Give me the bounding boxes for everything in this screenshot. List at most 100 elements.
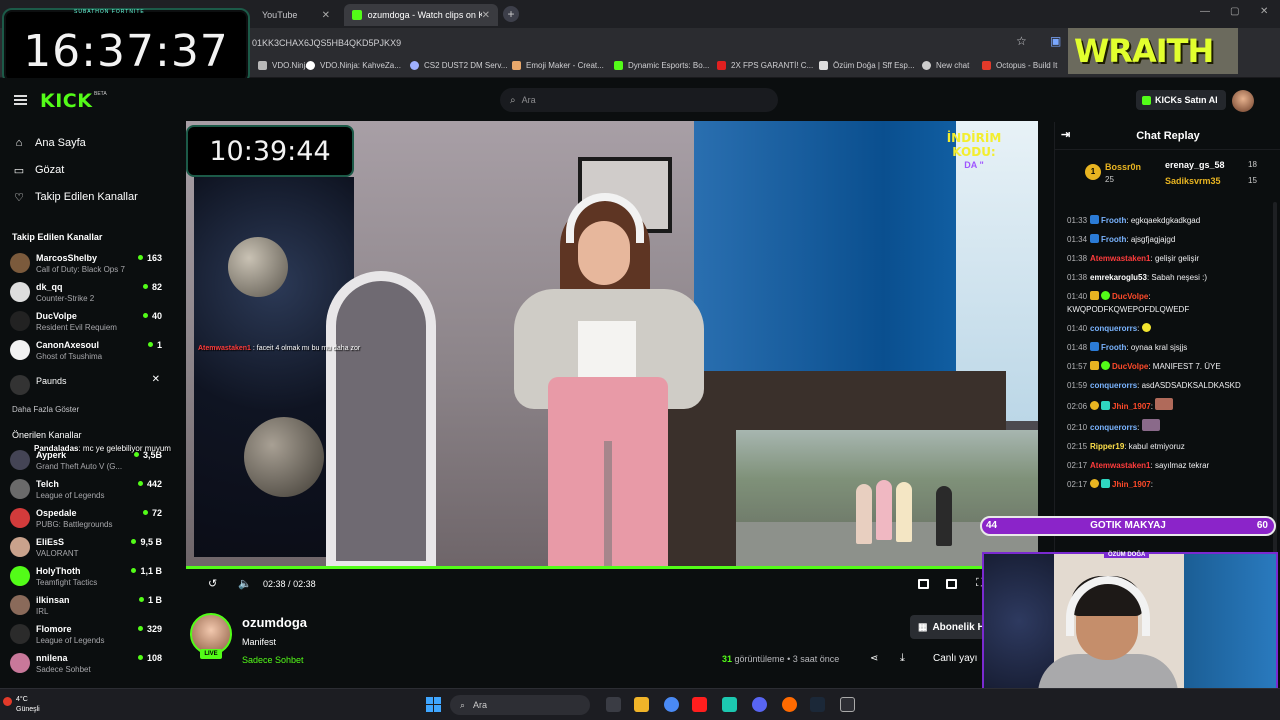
sidebar-channel[interactable]: ilkinsan IRL 1 B <box>10 592 162 618</box>
theater-mode-icon[interactable] <box>918 579 929 589</box>
app-icon[interactable] <box>782 697 797 712</box>
menu-icon[interactable] <box>14 95 27 105</box>
sidebar-channel[interactable]: nnilena Sadece Sohbet 108 <box>10 650 162 676</box>
live-badge: LIVE <box>200 649 222 659</box>
kick-header: KICK BETA ⌕ Ara KICKs Satın Al <box>0 78 1280 122</box>
weather-widget[interactable]: 4°C Güneşli <box>3 695 40 715</box>
obs-icon[interactable] <box>840 697 855 712</box>
tab-youtube[interactable]: YouTube ✕ <box>254 4 338 26</box>
steam-icon[interactable] <box>810 697 825 712</box>
bookmark-item[interactable]: VDO.Ninja: KahveZa... <box>306 61 401 70</box>
channel-name[interactable]: ozumdoga <box>242 615 307 630</box>
bookmark-star-icon[interactable]: ☆ <box>1016 34 1027 48</box>
user-avatar[interactable] <box>1232 90 1254 112</box>
gifter-name[interactable]: Sadiksvrm35 <box>1165 176 1221 186</box>
sidebar-channel[interactable]: Ospedale PUBG: Battlegrounds 72 <box>10 505 162 531</box>
sidebar-channel[interactable]: HolyThoth Teamfight Tactics 1,1 B <box>10 563 162 589</box>
chat-message: 01:40 DucVolpe: KWQPODFKQWEPOFDLQWEDF <box>1067 291 1190 314</box>
nav-following[interactable]: ♡ Takip Edilen Kanallar <box>12 188 138 206</box>
chat-message-list: 01:33 Frooth: egkqaekdgkadkgad 01:34 Froot… <box>1067 214 1272 497</box>
gifter-rank-badge: 1 <box>1085 164 1101 180</box>
chat-message: 02:15 Ripper19: kabul etmiyoruz <box>1067 442 1185 451</box>
share-icon[interactable]: ⋖ <box>870 653 878 664</box>
bookmark-item[interactable]: VDO.Ninja <box>258 61 310 70</box>
bookmark-item[interactable]: CS2 DUST2 DM Serv... <box>410 61 507 70</box>
gifter-count: 18 <box>1248 160 1257 169</box>
sidebar-channel[interactable]: EliEsS VALORANT 9,5 B <box>10 534 162 560</box>
close-window-icon[interactable]: ✕ <box>1260 6 1268 17</box>
chat-message: 01:57 DucVolpe: MANIFEST 7. ÜYE <box>1067 361 1221 371</box>
file-explorer-icon[interactable] <box>634 697 649 712</box>
extension-icon[interactable]: ▣ <box>1050 34 1061 48</box>
avatar <box>10 653 30 673</box>
gifter-name[interactable]: Bossr0n <box>1105 162 1141 172</box>
chat-message: 01:33 Frooth: egkqaekdgkadkgad <box>1067 215 1201 225</box>
subscribe-button[interactable]: ▦ Abonelik H <box>910 615 986 639</box>
minimize-icon[interactable]: — <box>1200 6 1210 17</box>
go-live-link[interactable]: Canlı yayı <box>933 653 977 664</box>
home-icon: ⌂ <box>15 137 23 149</box>
chat-message: 02:17 Atemwastaken1: sayılmaz tekrar <box>1067 461 1210 470</box>
streamer-logo-overlay: WRAITH <box>1068 28 1238 74</box>
emote-icon <box>1155 398 1174 410</box>
video-category[interactable]: Sadece Sohbet <box>242 655 304 665</box>
avatar <box>10 479 30 499</box>
nav-browse[interactable]: ▭ Gözat <box>12 161 65 179</box>
bookmark-item[interactable]: Octopus - Build It <box>982 61 1057 70</box>
chat-message: 02:06 Jhin_1907: <box>1067 398 1272 413</box>
maximize-icon[interactable]: ▢ <box>1230 6 1239 17</box>
new-tab-button[interactable]: + <box>503 6 519 22</box>
bookmark-item[interactable]: Dynamic Esports: Bo... <box>614 61 709 70</box>
chat-title: Chat Replay <box>1136 129 1200 142</box>
discord-icon[interactable] <box>752 697 767 712</box>
sidebar-channel[interactable]: Telch League of Legends 442 <box>10 476 162 502</box>
chat-message: 01:40 conquerorrs: <box>1067 322 1272 335</box>
bookmark-item[interactable]: Özüm Doğa | Sff Esp... <box>819 61 915 70</box>
taskbar-search-input[interactable]: ⌕ Ara <box>450 695 590 715</box>
url-field[interactable]: 01KK3CHAX6JQS5HB4QKD5PJKX9 <box>252 34 1042 52</box>
task-view-icon[interactable] <box>606 697 621 712</box>
gifter-name[interactable]: erenay_gs_58 <box>1165 160 1225 170</box>
video-player[interactable]: 10:39:44 İNDİRİM KODU: DA " Atemwastaken… <box>186 121 1038 569</box>
close-icon[interactable]: ✕ <box>322 10 330 21</box>
sidebar-channel[interactable]: dk_qq Counter-Strike 2 82 <box>10 279 162 305</box>
replay-icon[interactable]: ↺ <box>208 577 217 590</box>
video-title: Manifest <box>242 637 277 647</box>
time-readout: 02:38 / 02:38 <box>263 579 316 589</box>
clock-overlay: SUBATHON FORTNITE 16:37:37 <box>2 8 250 84</box>
notification-off-icon[interactable]: ✕ <box>152 374 160 385</box>
app-icon[interactable] <box>722 697 737 712</box>
nav-home[interactable]: ⌂ Ana Sayfa <box>12 134 86 152</box>
volume-icon[interactable]: 🔈 <box>238 577 252 590</box>
sidebar-channel[interactable]: Flomore League of Legends 329 <box>10 621 162 647</box>
show-more-link[interactable]: Daha Fazla Göster <box>12 405 79 414</box>
video-info: LIVE ozumdoga Manifest Sadece Sohbet 31 … <box>186 605 986 685</box>
chat-message: 01:34 Frooth: ajsgfjagjajgd <box>1067 234 1176 244</box>
search-input[interactable]: ⌕ Ara <box>500 88 778 112</box>
tab-kick[interactable]: ozumdoga - Watch clips on Ki ✕ <box>344 4 498 26</box>
youtube-icon[interactable] <box>692 697 707 712</box>
avatar <box>10 566 30 586</box>
buy-kicks-button[interactable]: KICKs Satın Al <box>1136 90 1226 110</box>
kick-favicon-icon <box>352 10 362 20</box>
floating-chat-message: Pandaladas: mc ye gelebiliyor muyum <box>34 444 171 453</box>
sidebar-channel-offline[interactable]: Paunds ✕ <box>10 372 162 398</box>
top-gifters: 1 Bossr0n 25 erenay_gs_58 18 Sadiksvrm35… <box>1055 150 1280 196</box>
windows-taskbar: 4°C Güneşli ⌕ Ara <box>0 688 1280 720</box>
mirror <box>326 271 436 569</box>
windows-start-icon[interactable] <box>426 697 441 712</box>
chat-scrollbar[interactable] <box>1273 202 1277 602</box>
collapse-chat-icon[interactable]: ⇥ <box>1061 128 1070 141</box>
bookmark-item[interactable]: Emoji Maker - Creat... <box>512 61 604 70</box>
pip-mode-icon[interactable] <box>946 579 957 589</box>
sidebar-channel[interactable]: MarcosShelby Call of Duty: Black Ops 7 163 <box>10 250 162 276</box>
bookmark-item[interactable]: New chat <box>922 61 969 70</box>
sidebar-channel[interactable]: CanonAxesoul Ghost of Tsushima 1 <box>10 337 162 363</box>
chrome-icon[interactable] <box>664 697 679 712</box>
close-icon[interactable]: ✕ <box>482 10 490 21</box>
webcam-label: ÖZÜM DOĞA <box>1104 552 1150 558</box>
kick-logo[interactable]: KICK <box>40 90 92 112</box>
download-icon[interactable]: ⤓ <box>900 652 905 665</box>
sidebar-channel[interactable]: DucVolpe Resident Evil Requiem 40 <box>10 308 162 334</box>
bookmark-item[interactable]: 2X FPS GARANTİ! C... <box>717 61 813 70</box>
